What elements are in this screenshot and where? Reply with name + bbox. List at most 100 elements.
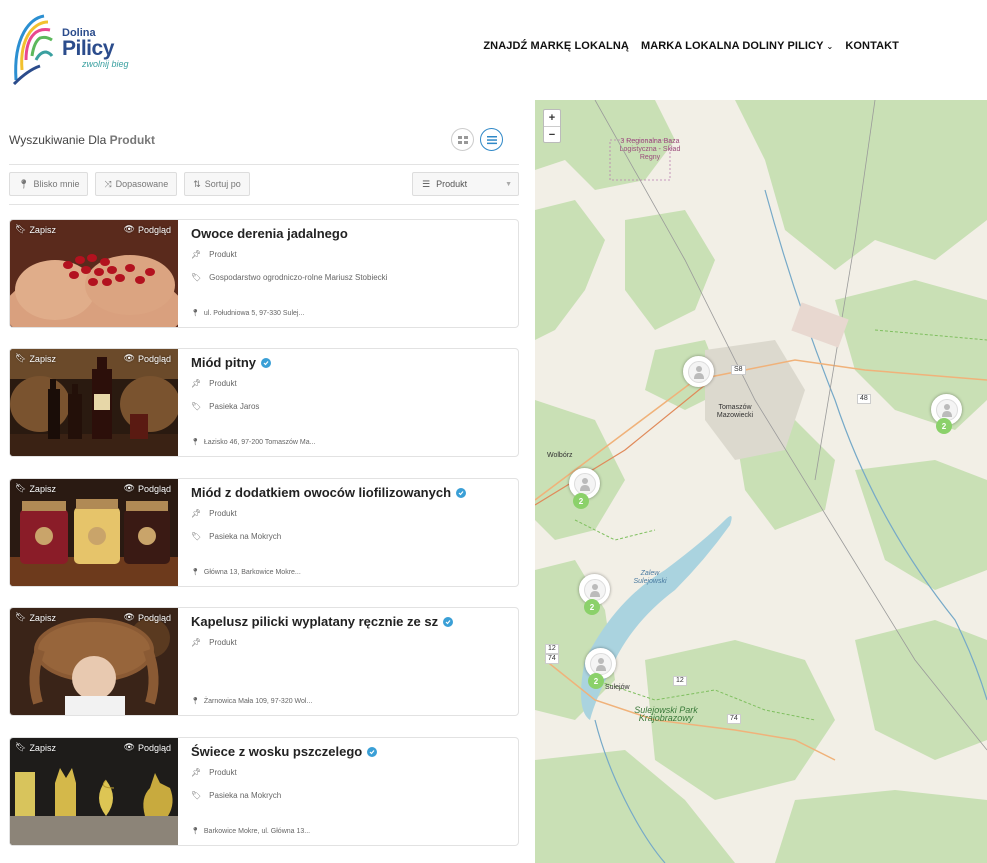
nav-local-brand[interactable]: MARKA LOKALNA DOLINY PILICY ⌄	[641, 40, 833, 52]
road-label-74: 74	[545, 654, 559, 664]
grid-icon	[457, 135, 468, 144]
map-label-reservoir: Zalew Sulejowski	[633, 570, 667, 585]
listing-image[interactable]: 🔖︎ Zapisz 👁︎ Podgląd	[10, 738, 178, 845]
save-button[interactable]: 🔖︎ Zapisz	[15, 483, 56, 494]
listing-card[interactable]: 🔖︎ Zapisz 👁︎ Podgląd Owoce derenia jadalne…	[9, 219, 519, 328]
verified-check-icon	[367, 746, 378, 757]
map-label-sulejow: Sulejów	[605, 684, 630, 691]
preview-button[interactable]: 👁︎ Podgląd	[124, 483, 171, 494]
search-heading: Wyszukiwanie Dla Produkt	[9, 133, 155, 147]
grid-view-button[interactable]	[451, 128, 474, 151]
eye-icon: 👁︎	[123, 224, 135, 234]
sort-button[interactable]: ⇅ Sortuj po	[184, 172, 250, 196]
cluster-count[interactable]: 2	[936, 418, 952, 434]
preview-button[interactable]: 👁︎ Podgląd	[124, 224, 171, 235]
pin-icon: 📌︎	[191, 638, 202, 647]
preview-button[interactable]: 👁︎ Podgląd	[124, 353, 171, 364]
search-heading-term: Produkt	[109, 133, 155, 147]
logo-mark-icon	[12, 14, 54, 86]
cluster-count[interactable]: 2	[588, 673, 604, 689]
listing-title[interactable]: Owoce derenia jadalnego	[191, 226, 348, 241]
listing-category-text: Produkt	[209, 379, 237, 388]
location-pin-icon: 📍︎	[191, 828, 200, 835]
list-icon: ☰	[422, 178, 431, 189]
listing-card[interactable]: 🔖︎ Zapisz 👁︎ Podgląd Kapelusz pilicki wypl…	[9, 607, 519, 716]
nav-find-brand[interactable]: ZNAJDŹ MARKĘ LOKALNĄ	[483, 40, 629, 52]
listing-photo-honey-jars	[10, 479, 178, 586]
listing-address: 📍︎ Barkowice Mokre, ul. Główna 13...	[191, 827, 310, 836]
listing-title[interactable]: Kapelusz pilicki wyplatany ręcznie ze sz	[191, 614, 454, 629]
preview-label: Podgląd	[137, 612, 171, 623]
save-button[interactable]: 🔖︎ Zapisz	[15, 224, 56, 235]
divider	[9, 204, 519, 205]
listing-producer-text: Gospodarstwo ogrodniczo-rolne Mariusz St…	[209, 273, 388, 282]
listing-producer: 🏷︎ Gospodarstwo ogrodniczo-rolne Mariusz …	[191, 273, 387, 282]
search-heading-prefix: Wyszukiwanie Dla	[9, 133, 107, 147]
listing-category: 📌︎ Produkt	[191, 250, 237, 259]
list-view-button[interactable]	[480, 128, 503, 151]
eye-icon: 👁︎	[123, 612, 135, 622]
preview-label: Podgląd	[137, 224, 171, 235]
sort-icon: ⇅	[193, 178, 201, 189]
pin-icon: 📌︎	[191, 509, 202, 518]
location-pin-icon: 📍︎	[18, 178, 30, 189]
person-marker-icon	[693, 365, 704, 379]
listing-title[interactable]: Miód z dodatkiem owoców liofilizowanych	[191, 485, 467, 500]
site-header: Dolina Pilicy zwolnij bieg ZNAJDŹ MARKĘ …	[0, 0, 987, 100]
nav-contact[interactable]: KONTAKT	[845, 40, 899, 52]
location-pin-icon: 📍︎	[191, 569, 200, 576]
cluster-count[interactable]: 2	[573, 493, 589, 509]
listing-category-text: Produkt	[209, 768, 237, 777]
listing-producer-text: Pasieka na Mokrych	[209, 791, 282, 800]
map-label-park: Sulejowski Park Krajobrazowy	[634, 705, 698, 723]
listing-photo-candles	[10, 738, 178, 845]
preview-label: Podgląd	[137, 742, 171, 753]
save-button[interactable]: 🔖︎ Zapisz	[15, 742, 56, 753]
near-me-label: Blisko mnie	[33, 179, 80, 189]
zoom-in-button[interactable]: +	[544, 110, 560, 126]
eye-icon: 👁︎	[123, 742, 135, 752]
bookmark-icon: 🔖︎	[15, 353, 27, 363]
list-icon	[486, 135, 497, 144]
cluster-count[interactable]: 2	[584, 599, 600, 615]
save-button[interactable]: 🔖︎ Zapisz	[15, 353, 56, 364]
map-marker[interactable]	[683, 356, 714, 387]
listing-category: 📌︎ Produkt	[191, 768, 237, 777]
sort-label: Sortuj po	[204, 179, 241, 189]
listing-image[interactable]: 🔖︎ Zapisz 👁︎ Podgląd	[10, 608, 178, 715]
results-map[interactable]: + − 3 Regionalna Baza Logistyczna - Skła…	[535, 100, 987, 863]
verified-check-icon	[443, 616, 454, 627]
listing-image[interactable]: 🔖︎ Zapisz 👁︎ Podgląd	[10, 220, 178, 327]
person-marker-icon	[579, 477, 590, 491]
listing-card[interactable]: 🔖︎ Zapisz 👁︎ Podgląd Świece z wosku pszcze…	[9, 737, 519, 846]
preview-button[interactable]: 👁︎ Podgląd	[124, 742, 171, 753]
listing-title[interactable]: Miód pitny	[191, 355, 271, 370]
map-label-logistics: 3 Regionalna Baza Logistyczna - Skład Re…	[619, 138, 681, 161]
bookmark-icon: 🔖︎	[15, 483, 27, 493]
listing-photo-mead	[10, 349, 178, 456]
listing-title-text: Świece z wosku pszczelego	[191, 744, 363, 759]
preview-button[interactable]: 👁︎ Podgląd	[124, 612, 171, 623]
category-select[interactable]: ☰ Produkt ▼	[412, 172, 519, 196]
zoom-out-button[interactable]: −	[544, 126, 560, 142]
eye-icon: 👁︎	[123, 353, 135, 363]
listing-category-text: Produkt	[209, 509, 237, 518]
brand-logo[interactable]: Dolina Pilicy zwolnij bieg	[10, 10, 140, 86]
road-label-s8: S8	[731, 365, 746, 375]
listing-card[interactable]: 🔖︎ Zapisz 👁︎ Podgląd Miód z dodatkiem owoc…	[9, 478, 519, 587]
listing-address-text: Główna 13, Barkowice Mokre...	[203, 568, 301, 576]
listing-title[interactable]: Świece z wosku pszczelego	[191, 744, 378, 759]
verified-check-icon	[261, 357, 271, 368]
listing-image[interactable]: 🔖︎ Zapisz 👁︎ Podgląd	[10, 349, 178, 456]
road-label-48: 48	[857, 394, 871, 404]
near-me-button[interactable]: 📍︎ Blisko mnie	[9, 172, 89, 196]
map-label-city: Tomaszów Mazowiecki	[716, 404, 754, 419]
listing-producer-text: Pasieka na Mokrych	[209, 532, 282, 541]
listing-card[interactable]: 🔖︎ Zapisz 👁︎ Podgląd Miód pitny 📌︎ Produkt …	[9, 348, 519, 457]
matched-button[interactable]: ⤨ Dopasowane	[95, 172, 178, 196]
preview-label: Podgląd	[137, 353, 171, 364]
map-label-wolborz: Wolbórz	[547, 452, 573, 459]
save-button[interactable]: 🔖︎ Zapisz	[15, 612, 56, 623]
brand-tagline: zwolnij bieg	[82, 59, 129, 69]
listing-image[interactable]: 🔖︎ Zapisz 👁︎ Podgląd	[10, 479, 178, 586]
